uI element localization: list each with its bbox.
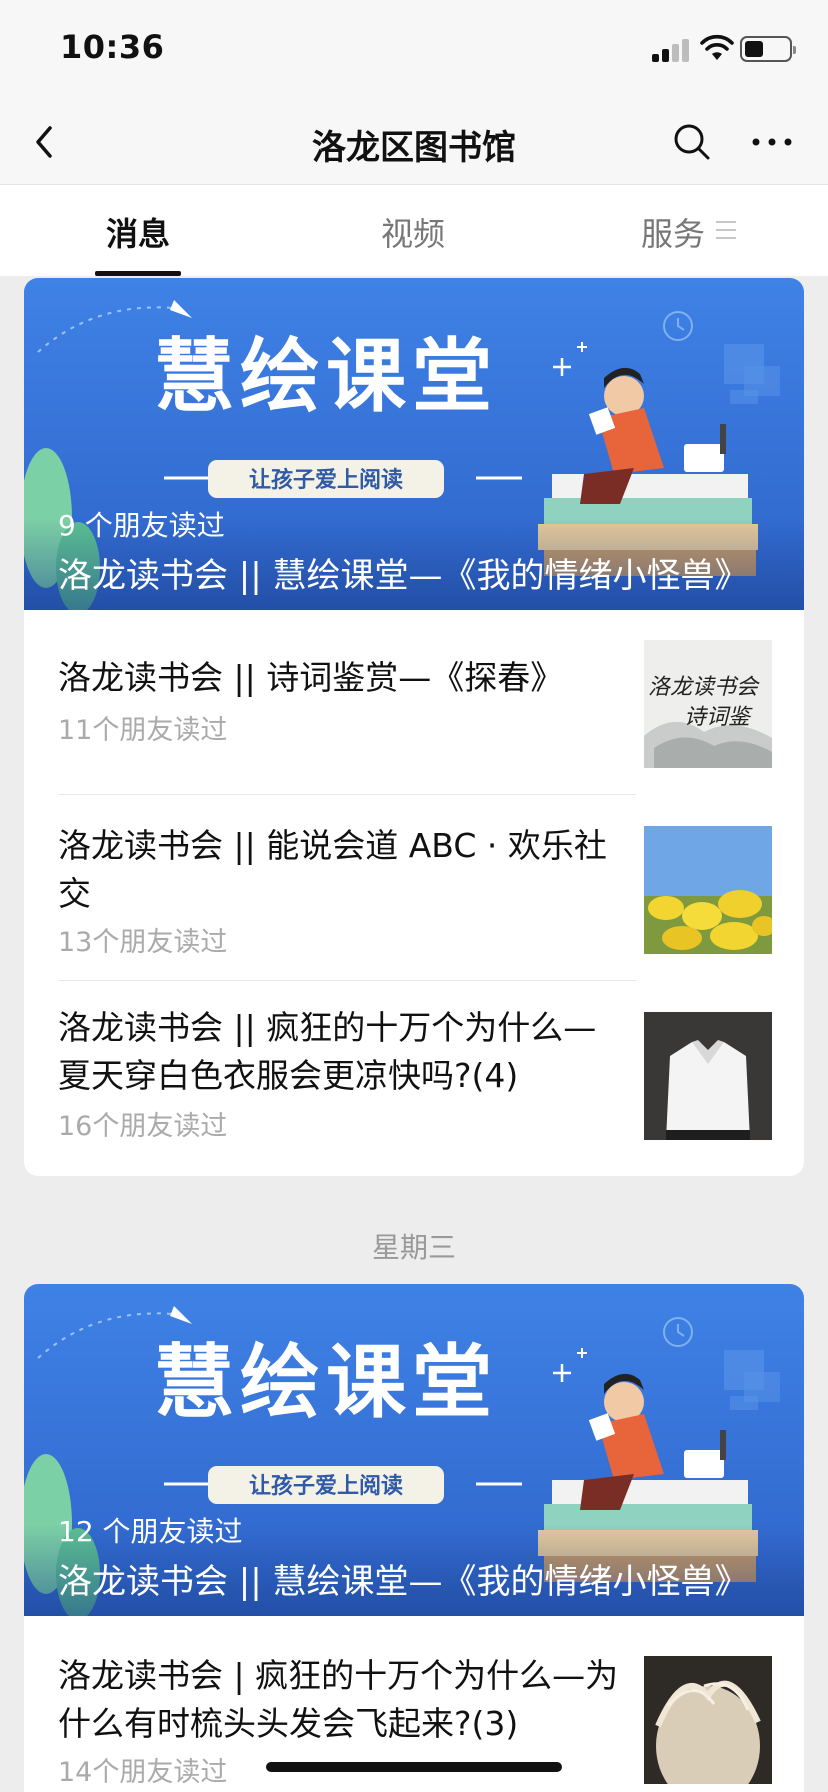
cellular-signal-icon (652, 38, 690, 62)
more-options-icon[interactable] (744, 118, 800, 166)
nav-bar: 洛龙区图书馆 (0, 100, 828, 184)
tab-videos[interactable]: 视频 (381, 209, 445, 255)
divider (58, 980, 636, 981)
list-item[interactable]: 洛龙读书会 || 疯狂的十万个为什么—夏天穿白色衣服会更凉快吗?(4) 16个朋… (24, 982, 804, 1176)
banner-article-title: 洛龙读书会 || 慧绘课堂—《我的情绪小怪兽》 (58, 556, 749, 596)
status-time: 10:36 (60, 28, 165, 66)
article-title: 洛龙读书会 || 疯狂的十万个为什么—夏天穿白色衣服会更凉快吗?(4) (58, 1008, 597, 1095)
list-item[interactable]: 洛龙读书会 || 诗词鉴赏—《探春》 11个朋友读过 洛龙读书会 诗词鉴 (24, 610, 804, 796)
svg-text:慧绘课堂: 慧绘课堂 (154, 1336, 498, 1429)
article-read-count: 13个朋友读过 (58, 927, 228, 958)
article-group-card: 慧绘课堂 让孩子爱上阅读 12 个朋友读过 洛龙读书会 || 慧绘课堂—《我的情… (24, 1284, 804, 1792)
svg-text:诗词鉴: 诗词鉴 (684, 705, 753, 730)
article-read-count: 11个朋友读过 (58, 715, 228, 746)
article-thumbnail (644, 826, 772, 954)
banner-article-title: 洛龙读书会 || 慧绘课堂—《我的情绪小怪兽》 (58, 1562, 749, 1602)
svg-text:让孩子爱上阅读: 让孩子爱上阅读 (249, 467, 403, 493)
article-title: 洛龙读书会 || 能说会道 ABC · 欢乐社交 (58, 826, 607, 913)
svg-text:慧绘课堂: 慧绘课堂 (154, 330, 498, 423)
article-title: 洛龙读书会 || 诗词鉴赏—《探春》 (58, 658, 564, 697)
featured-article-banner[interactable]: 慧绘课堂 让孩子爱上阅读 9 个朋友读过 洛龙读书会 || 慧绘课堂—《我的情绪… (24, 278, 804, 610)
article-thumbnail (644, 1012, 772, 1140)
svg-text:让孩子爱上阅读: 让孩子爱上阅读 (249, 1473, 403, 1499)
banner-read-count: 12 个朋友读过 (58, 1515, 243, 1548)
tab-services[interactable]: 服务 (641, 209, 705, 255)
article-read-count: 16个朋友读过 (58, 1111, 228, 1142)
article-group-card: 慧绘课堂 让孩子爱上阅读 9 个朋友读过 洛龙读书会 || 慧绘课堂—《我的情绪… (24, 278, 804, 1176)
wifi-icon (700, 34, 734, 60)
screen: 10:36 洛龙区图书馆 消息 视频 服务 慧绘课堂 让孩子爱上阅读 9 个朋友… (0, 0, 828, 1792)
date-separator: 星期三 (371, 1231, 456, 1264)
tab-bar: 消息 视频 服务 (0, 184, 828, 276)
banner-read-count: 9 个朋友读过 (58, 509, 225, 542)
list-item[interactable]: 洛龙读书会 || 能说会道 ABC · 欢乐社交 13个朋友读过 (24, 796, 804, 982)
tab-messages[interactable]: 消息 (106, 209, 170, 255)
article-thumbnail (644, 1656, 772, 1784)
svg-text:洛龙读书会: 洛龙读书会 (648, 675, 760, 700)
article-read-count: 14个朋友读过 (58, 1757, 228, 1788)
active-tab-indicator (95, 271, 181, 276)
article-thumbnail: 洛龙读书会 诗词鉴 (644, 640, 772, 768)
search-icon[interactable] (668, 118, 716, 166)
featured-article-banner[interactable]: 慧绘课堂 让孩子爱上阅读 12 个朋友读过 洛龙读书会 || 慧绘课堂—《我的情… (24, 1284, 804, 1616)
home-indicator (266, 1762, 562, 1772)
status-bar: 10:36 (0, 0, 828, 100)
menu-lines-icon (716, 221, 736, 239)
divider (58, 794, 636, 795)
article-title: 洛龙读书会 | 疯狂的十万个为什么—为什么有时梳头头发会飞起来?(3) (58, 1656, 619, 1743)
battery-icon (740, 36, 796, 62)
